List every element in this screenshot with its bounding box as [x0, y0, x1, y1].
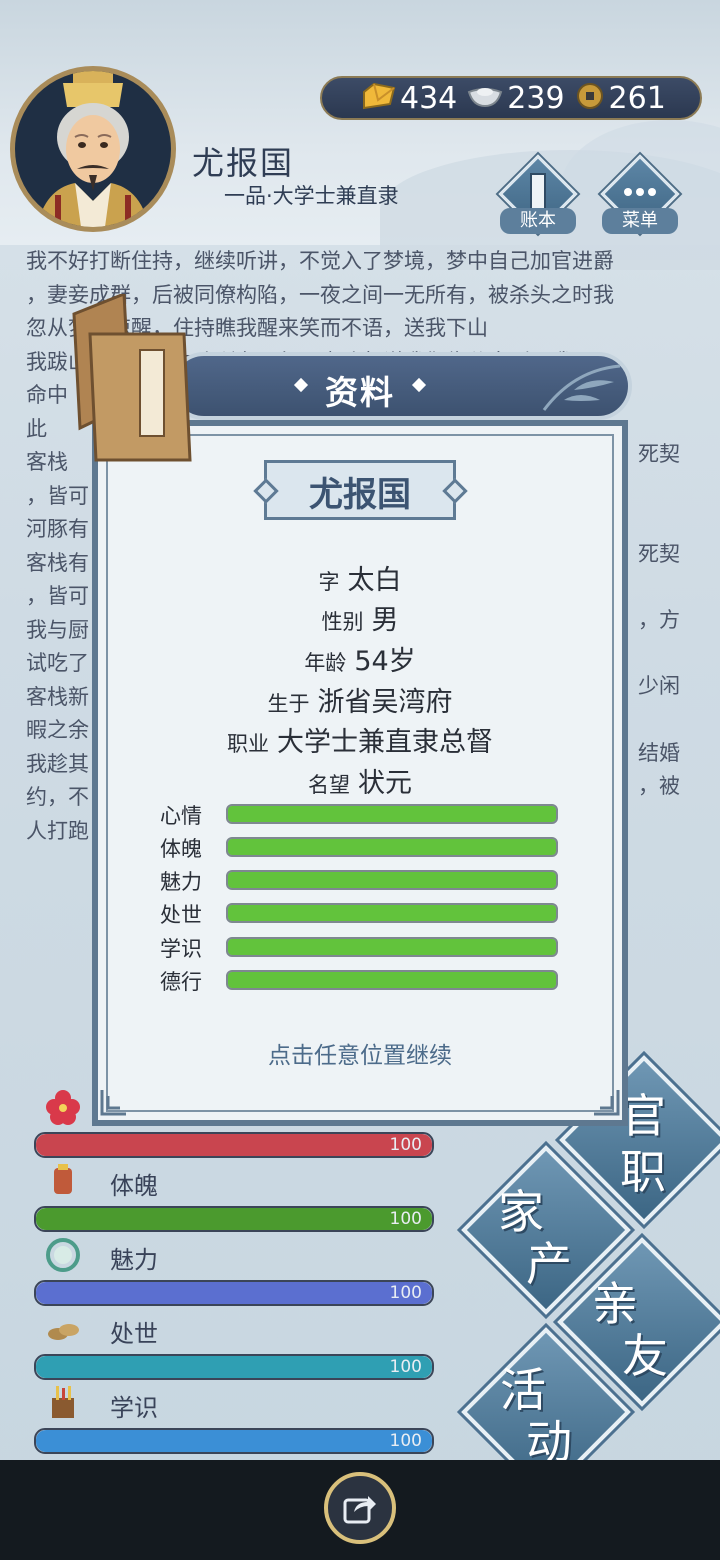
attr-bar: [226, 903, 558, 923]
scroll-book-icon: [72, 294, 192, 462]
info-birthplace: 生于 浙省吴湾府: [267, 687, 453, 718]
info-occupation: 职业 大学士兼直隶总督: [227, 727, 493, 758]
character-name: 尤报国: [309, 475, 411, 515]
attr-virtue: 德行: [160, 968, 560, 994]
info-courtesy-name: 字太白: [318, 565, 402, 596]
attr-label: 魅力: [160, 870, 202, 894]
attr-bar: [226, 804, 558, 824]
attr-bar: [226, 870, 558, 890]
attr-charm: 魅力: [160, 868, 560, 894]
bamboo-leaf-icon: [542, 364, 621, 411]
corner-ornament: [100, 1090, 126, 1116]
attr-label: 体魄: [160, 837, 202, 861]
continue-hint[interactable]: 点击任意位置继续: [102, 1036, 618, 1070]
attr-label: 心情: [160, 804, 202, 828]
attr-label: 德行: [160, 970, 202, 994]
attr-bar: [226, 937, 558, 957]
corner-ornament: [594, 1090, 620, 1116]
attr-physique: 体魄: [160, 835, 560, 861]
attr-label: 处世: [160, 903, 202, 927]
dialog-title: 资料: [325, 373, 395, 412]
attr-bar: [226, 837, 558, 857]
info-gender: 性别男: [321, 605, 399, 636]
attr-mood: 心情: [160, 802, 560, 828]
attr-bar: [226, 970, 558, 990]
attr-knowledge: 学识: [160, 935, 560, 961]
attr-worldliness: 处世: [160, 901, 560, 927]
info-reputation: 名望 状元: [308, 768, 412, 799]
attr-label: 学识: [160, 937, 202, 961]
info-age: 年龄 54岁: [304, 646, 416, 677]
